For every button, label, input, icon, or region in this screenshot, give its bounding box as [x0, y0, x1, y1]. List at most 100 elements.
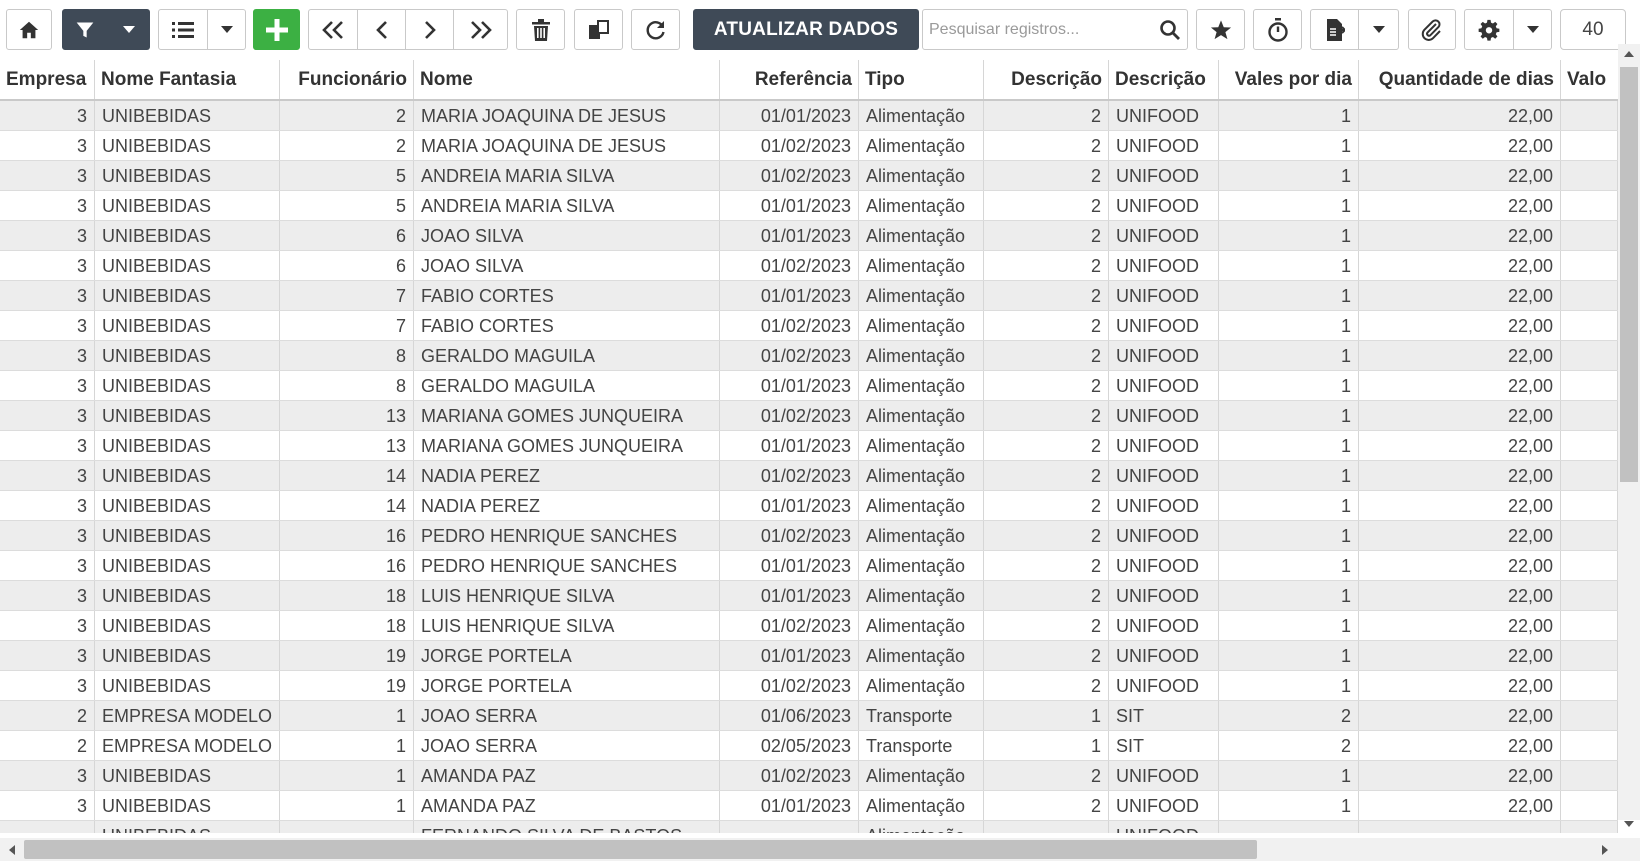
- table-row[interactable]: 3 UNIBEBIDAS 2 MARIA JOAQUINA DE JESUS 01/01…: [0, 101, 1618, 131]
- table-row[interactable]: 3 UNIBEBIDAS 5 ANDREIA MARIA SILVA 01/02/202…: [0, 161, 1618, 191]
- table-row[interactable]: UNIBEBIDAS FERNANDO SILVA DE BASTOS Alimen…: [0, 821, 1618, 833]
- vertical-scrollbar-thumb[interactable]: [1620, 67, 1638, 482]
- cell-vales-por-dia: 1: [1219, 581, 1359, 610]
- cell-funcionario: 2: [280, 131, 414, 160]
- table-row[interactable]: 3 UNIBEBIDAS 19 JORGE PORTELA 01/01/2023 Alim…: [0, 641, 1618, 671]
- table-row[interactable]: 3 UNIBEBIDAS 14 NADIA PEREZ 01/02/2023 Alimen…: [0, 461, 1618, 491]
- table-row[interactable]: 2 EMPRESA MODELO 1 JOAO SERRA 02/05/2023 Tran…: [0, 731, 1618, 761]
- cell-quantidade-de-dias: 22,00: [1359, 641, 1561, 670]
- cell-empresa: 3: [0, 761, 95, 790]
- column-header-funcionario[interactable]: Funcionário: [280, 60, 414, 99]
- cell-nome-fantasia: UNIBEBIDAS: [95, 671, 280, 700]
- refresh-data-button[interactable]: ATUALIZAR DADOS: [693, 9, 919, 50]
- table-row[interactable]: 3 UNIBEBIDAS 6 JOAO SILVA 01/02/2023 Alimenta…: [0, 251, 1618, 281]
- table-row[interactable]: 3 UNIBEBIDAS 6 JOAO SILVA 01/01/2023 Alimenta…: [0, 221, 1618, 251]
- stopwatch-icon: [1267, 17, 1288, 42]
- cell-referencia: 01/02/2023: [720, 611, 859, 640]
- cell-referencia: 01/01/2023: [720, 491, 859, 520]
- column-header-quantidade-de-dias[interactable]: Quantidade de dias: [1359, 60, 1561, 99]
- table-row[interactable]: 3 UNIBEBIDAS 8 GERALDO MAGUILA 01/02/2023 Ali…: [0, 341, 1618, 371]
- column-header-tipo[interactable]: Tipo: [859, 60, 984, 99]
- table-row[interactable]: 3 UNIBEBIDAS 8 GERALDO MAGUILA 01/01/2023 Ali…: [0, 371, 1618, 401]
- cell-tipo: Alimentação: [859, 761, 984, 790]
- cell-nome: MARIANA GOMES JUNQUEIRA: [414, 401, 720, 430]
- column-header-vales-por-dia[interactable]: Vales por dia: [1219, 60, 1359, 99]
- cell-nome: AMANDA PAZ: [414, 761, 720, 790]
- scroll-left-arrow-icon[interactable]: [5, 843, 19, 857]
- column-header-descricao-1[interactable]: Descrição: [984, 60, 1109, 99]
- list-view-dropdown-button[interactable]: [208, 9, 246, 50]
- table-row[interactable]: 3 UNIBEBIDAS 13 MARIANA GOMES JUNQUEIRA 01/0…: [0, 431, 1618, 461]
- add-record-button[interactable]: [253, 9, 300, 50]
- settings-dropdown-button[interactable]: [1514, 9, 1552, 50]
- filter-dropdown-button[interactable]: [108, 9, 150, 50]
- table-row[interactable]: 3 UNIBEBIDAS 16 PEDRO HENRIQUE SANCHES 01/02…: [0, 521, 1618, 551]
- filter-button[interactable]: [62, 9, 108, 50]
- table-row[interactable]: 3 UNIBEBIDAS 16 PEDRO HENRIQUE SANCHES 01/01…: [0, 551, 1618, 581]
- cell-empresa: 3: [0, 191, 95, 220]
- cell-nome: LUIS HENRIQUE SILVA: [414, 611, 720, 640]
- cell-nome: NADIA PEREZ: [414, 461, 720, 490]
- table-row[interactable]: 3 UNIBEBIDAS 1 AMANDA PAZ 01/01/2023 Alimenta…: [0, 791, 1618, 821]
- cell-nome-fantasia: UNIBEBIDAS: [95, 371, 280, 400]
- scroll-down-arrow-icon[interactable]: [1622, 817, 1636, 831]
- previous-page-button[interactable]: [358, 9, 406, 50]
- export-button[interactable]: [1310, 9, 1359, 50]
- column-header-referencia[interactable]: Referência: [720, 60, 859, 99]
- cell-nome: JOAO SERRA: [414, 701, 720, 730]
- cell-tipo: Alimentação: [859, 401, 984, 430]
- column-header-empresa[interactable]: Empresa: [0, 60, 95, 99]
- cell-tipo: Alimentação: [859, 251, 984, 280]
- column-header-descricao-2[interactable]: Descrição: [1109, 60, 1219, 99]
- settings-button[interactable]: [1464, 9, 1514, 50]
- delete-button[interactable]: [516, 9, 565, 50]
- column-header-valor[interactable]: Valo: [1561, 60, 1618, 99]
- table-row[interactable]: 3 UNIBEBIDAS 7 FABIO CORTES 01/01/2023 Alimen…: [0, 281, 1618, 311]
- cell-nome-fantasia: UNIBEBIDAS: [95, 491, 280, 520]
- table-row[interactable]: 3 UNIBEBIDAS 18 LUIS HENRIQUE SILVA 01/01/20…: [0, 581, 1618, 611]
- column-header-nome-fantasia[interactable]: Nome Fantasia: [95, 60, 280, 99]
- attachment-button[interactable]: [1408, 9, 1456, 50]
- scroll-right-arrow-icon[interactable]: [1598, 843, 1612, 857]
- next-page-button[interactable]: [406, 9, 454, 50]
- cell-descricao-1: 2: [984, 611, 1109, 640]
- cell-nome: PEDRO HENRIQUE SANCHES: [414, 521, 720, 550]
- cell-nome: ANDREIA MARIA SILVA: [414, 161, 720, 190]
- copy-button[interactable]: [574, 9, 623, 50]
- table-row[interactable]: 3 UNIBEBIDAS 14 NADIA PEREZ 01/01/2023 Alimen…: [0, 491, 1618, 521]
- table-row[interactable]: 3 UNIBEBIDAS 1 AMANDA PAZ 01/02/2023 Alimenta…: [0, 761, 1618, 791]
- first-page-button[interactable]: [308, 9, 358, 50]
- reload-button[interactable]: [631, 9, 680, 50]
- timer-button[interactable]: [1253, 9, 1302, 50]
- cell-referencia: 01/01/2023: [720, 641, 859, 670]
- table-row[interactable]: 3 UNIBEBIDAS 7 FABIO CORTES 01/02/2023 Alimen…: [0, 311, 1618, 341]
- page-size-select[interactable]: 40: [1560, 9, 1626, 50]
- export-dropdown-button[interactable]: [1359, 9, 1399, 50]
- scrollbar-corner: [1618, 838, 1640, 861]
- table-row[interactable]: 3 UNIBEBIDAS 18 LUIS HENRIQUE SILVA 01/02/20…: [0, 611, 1618, 641]
- table-row[interactable]: 3 UNIBEBIDAS 2 MARIA JOAQUINA DE JESUS 01/02…: [0, 131, 1618, 161]
- home-button[interactable]: [6, 9, 52, 50]
- list-view-button[interactable]: [158, 9, 208, 50]
- cell-quantidade-de-dias: 22,00: [1359, 191, 1561, 220]
- favorite-button[interactable]: [1196, 9, 1245, 50]
- table-row[interactable]: 2 EMPRESA MODELO 1 JOAO SERRA 01/06/2023 Tran…: [0, 701, 1618, 731]
- cell-vales-por-dia: 1: [1219, 551, 1359, 580]
- cell-descricao-2: UNIFOOD: [1109, 161, 1219, 190]
- cell-descricao-1: 2: [984, 401, 1109, 430]
- cell-nome: FERNANDO SILVA DE BASTOS: [414, 821, 720, 833]
- cell-quantidade-de-dias: 22,00: [1359, 431, 1561, 460]
- search-input[interactable]: [929, 10, 1157, 49]
- column-header-nome[interactable]: Nome: [414, 60, 720, 99]
- search-icon[interactable]: [1159, 19, 1181, 46]
- table-row[interactable]: 3 UNIBEBIDAS 13 MARIANA GOMES JUNQUEIRA 01/0…: [0, 401, 1618, 431]
- cell-quantidade-de-dias: 22,00: [1359, 341, 1561, 370]
- table-row[interactable]: 3 UNIBEBIDAS 5 ANDREIA MARIA SILVA 01/01/202…: [0, 191, 1618, 221]
- table-row[interactable]: 3 UNIBEBIDAS 19 JORGE PORTELA 01/02/2023 Alim…: [0, 671, 1618, 701]
- last-page-button[interactable]: [454, 9, 508, 50]
- scroll-up-arrow-icon[interactable]: [1622, 47, 1636, 61]
- cell-tipo: Alimentação: [859, 281, 984, 310]
- cell-nome-fantasia: UNIBEBIDAS: [95, 821, 280, 833]
- horizontal-scrollbar-thumb[interactable]: [24, 840, 1257, 859]
- cell-nome-fantasia: UNIBEBIDAS: [95, 551, 280, 580]
